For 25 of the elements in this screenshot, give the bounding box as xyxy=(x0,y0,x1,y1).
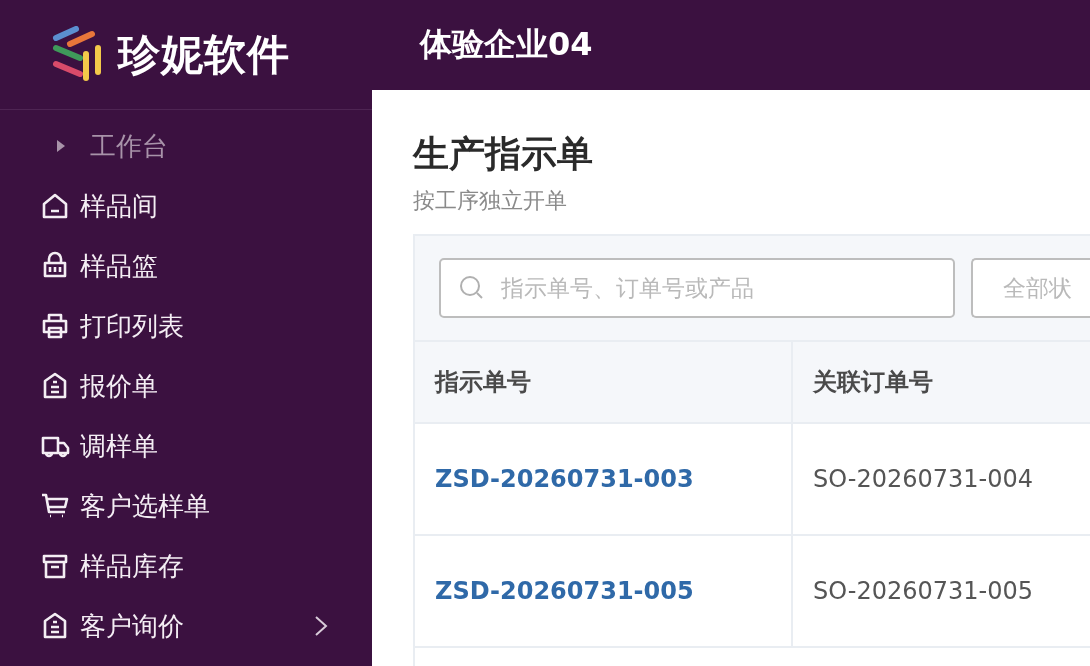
search-field[interactable]: 指示单号、订单号或产品 xyxy=(439,258,955,318)
menu-item-icon xyxy=(40,191,70,221)
sidebar-item[interactable]: 样品间 xyxy=(0,176,372,236)
brand-name: 珍妮软件 xyxy=(118,28,290,81)
sidebar-item[interactable]: 打印列表 xyxy=(0,296,372,356)
column-header: 关联订单号 xyxy=(793,342,1090,422)
chevron-right-icon xyxy=(314,615,328,637)
caret-icon xyxy=(56,139,66,153)
sidebar-item[interactable]: 调样单 xyxy=(0,416,372,476)
order-link[interactable]: ZSD-20260731-005 xyxy=(415,536,793,646)
column-header: 指示单号 xyxy=(415,342,793,422)
sidebar-item[interactable]: 客户选样单 xyxy=(0,476,372,536)
menu-item-icon xyxy=(40,311,70,341)
page-title: 生产指示单 xyxy=(413,132,594,176)
sidebar-item[interactable]: 工作台 xyxy=(0,116,372,176)
table-cell: SO-20260731-005 xyxy=(793,536,1090,646)
sidebar-item[interactable]: 样品篮 xyxy=(0,236,372,296)
order-link[interactable]: ZSD-20260731-003 xyxy=(415,424,793,534)
sidebar-item[interactable]: 客户询价 xyxy=(0,596,372,656)
table-cell: SO-20260731-004 xyxy=(793,424,1090,534)
search-icon xyxy=(459,275,485,301)
sidebar-item[interactable]: 样品库存 xyxy=(0,536,372,596)
company-name: 体验企业04 xyxy=(420,24,593,65)
page-subtitle: 按工序独立开单 xyxy=(413,187,568,215)
sidebar-item[interactable]: 报价单 xyxy=(0,356,372,416)
